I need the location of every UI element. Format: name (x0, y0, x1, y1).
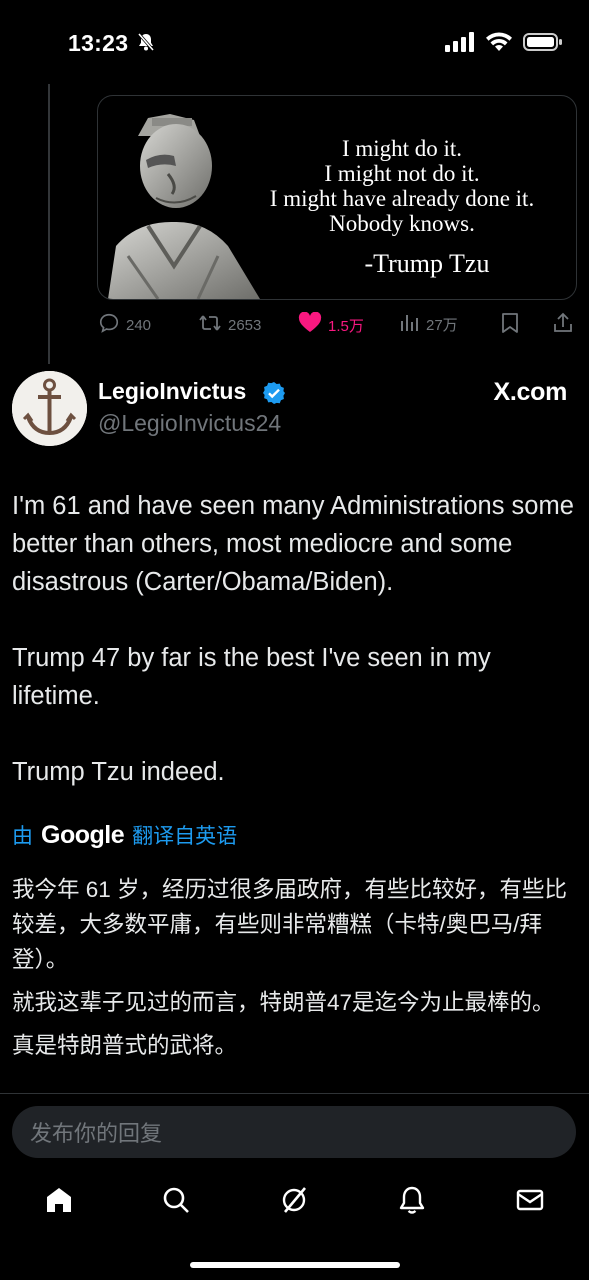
share-button[interactable] (552, 312, 574, 338)
cellular-signal-icon (445, 32, 475, 57)
analytics-icon (400, 312, 420, 336)
view-count: 27万 (426, 316, 458, 334)
quote-text-block: I might do it. I might not do it. I migh… (238, 136, 566, 236)
google-logo: Google (41, 820, 125, 849)
thread-connector-line (48, 84, 50, 364)
author-display-name[interactable]: LegioInvictus (98, 378, 246, 405)
heart-filled-icon (298, 311, 322, 338)
translated-paragraph: 就我这辈子见过的而言，特朗普47是迄今为止最棒的。 (12, 990, 555, 1015)
quote-line: Nobody knows. (329, 211, 475, 236)
tab-messages[interactable] (512, 1184, 548, 1220)
tab-home[interactable] (41, 1184, 77, 1220)
translation-source-label: 翻译自英语 (132, 825, 238, 848)
repost-button[interactable]: 2653 (198, 312, 261, 338)
anchor-icon (12, 371, 87, 446)
messages-icon (515, 1185, 545, 1220)
tab-search[interactable] (158, 1184, 194, 1220)
author-handle[interactable]: @LegioInvictus24 (98, 410, 281, 437)
reply-icon (98, 312, 120, 338)
verified-badge-icon (262, 381, 286, 410)
reply-count: 240 (126, 316, 152, 334)
bookmark-button[interactable] (500, 312, 520, 338)
translation-attribution[interactable]: 由 Google 翻译自英语 (12, 820, 237, 850)
engagement-bar: 240 2653 1.5万 27万 (98, 311, 576, 340)
quote-line: I might have already done it. (269, 186, 535, 211)
avatar[interactable] (12, 371, 87, 446)
reply-button[interactable]: 240 (98, 312, 151, 338)
search-icon (161, 1185, 191, 1220)
status-bar: 13:23 (0, 0, 589, 90)
quote-signature: -Trump Tzu (364, 249, 490, 278)
repost-icon (198, 312, 222, 338)
post-paragraph: I'm 61 and have seen many Administration… (12, 492, 574, 596)
post-paragraph: Trump Tzu indeed. (12, 758, 225, 786)
home-icon (44, 1185, 74, 1220)
translation-prefix: 由 (12, 825, 33, 848)
tab-grok[interactable] (276, 1184, 312, 1220)
x-com-watermark: X.com (493, 378, 567, 406)
battery-icon (523, 32, 563, 57)
share-icon (552, 312, 574, 338)
translated-paragraph: 我今年 61 岁，经历过很多届政府，有些比较好，有些比较差，大多数平庸，有些则非… (12, 877, 568, 972)
silent-mode-icon (136, 32, 156, 57)
translated-body: 我今年 61 岁，经历过很多届政府，有些比较好，有些比较差，大多数平庸，有些则非… (12, 872, 582, 1071)
quote-line: I might do it. (341, 136, 463, 161)
home-indicator[interactable] (190, 1262, 400, 1268)
like-count: 1.5万 (328, 317, 364, 335)
views-button[interactable]: 27万 (400, 312, 458, 336)
quote-line: I might not do it. (324, 161, 480, 186)
reply-placeholder: 发布你的回复 (30, 1121, 163, 1146)
tab-notifications[interactable] (394, 1184, 430, 1220)
status-time: 13:23 (68, 30, 129, 56)
like-button[interactable]: 1.5万 (298, 311, 364, 338)
translated-paragraph: 真是特朗普式的武将。 (12, 1033, 238, 1058)
notifications-icon (397, 1185, 427, 1220)
post-body: I'm 61 and have seen many Administration… (12, 487, 582, 791)
wifi-icon (485, 32, 513, 57)
grok-icon (279, 1185, 309, 1220)
reply-input[interactable]: 发布你的回复 (12, 1106, 576, 1158)
post-media-image[interactable]: I might do it. I might not do it. I migh… (97, 95, 577, 300)
divider (0, 1093, 589, 1094)
bottom-tab-bar (0, 1170, 589, 1232)
post-paragraph: Trump 47 by far is the best I've seen in… (12, 644, 491, 710)
bookmark-icon (500, 312, 520, 338)
repost-count: 2653 (228, 316, 262, 334)
